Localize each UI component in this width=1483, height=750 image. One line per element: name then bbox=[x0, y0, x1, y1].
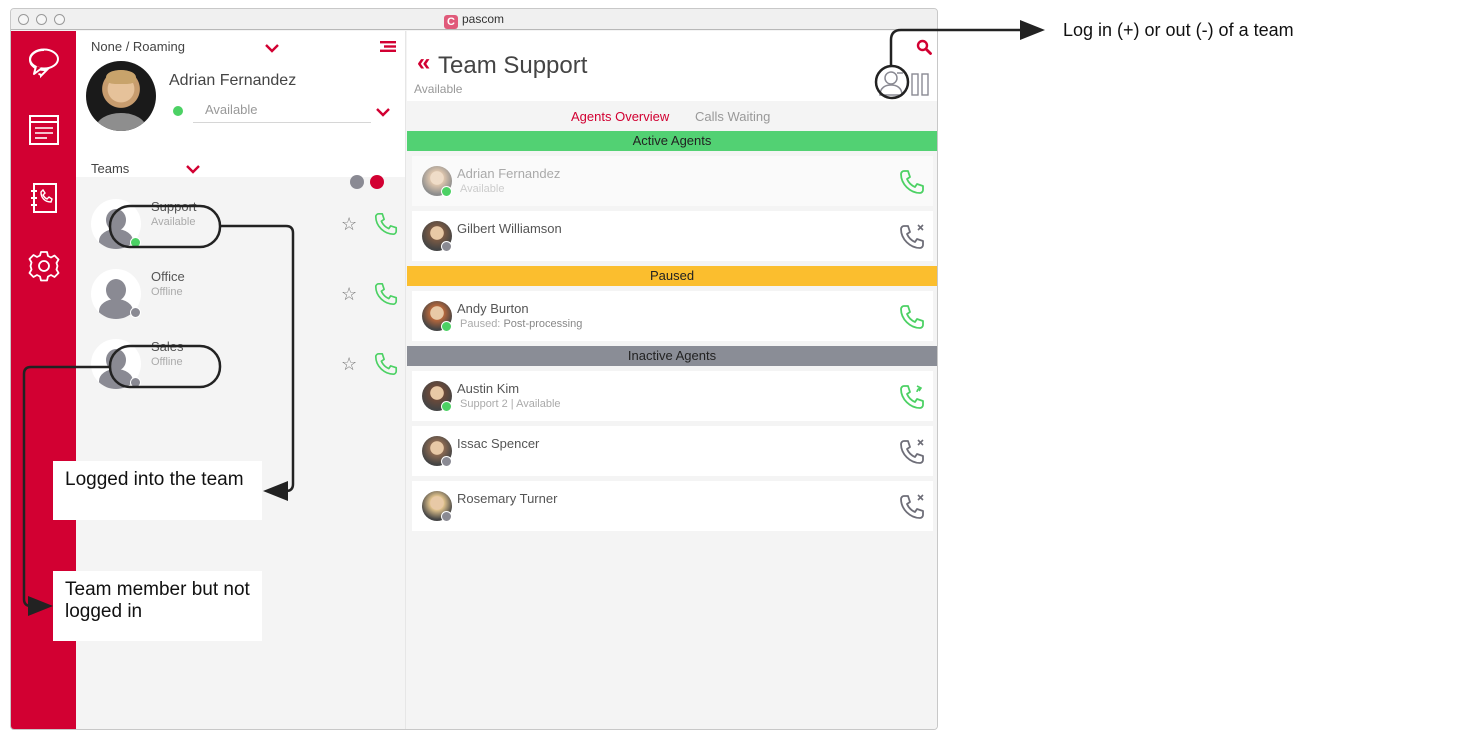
teams-filter-label[interactable]: Teams bbox=[91, 161, 129, 176]
team-item-support[interactable]: Support Available ☆ bbox=[76, 185, 406, 251]
annotation-logged-in: Logged into the team bbox=[53, 461, 262, 520]
agent-name: Rosemary Turner bbox=[457, 491, 558, 506]
gear-icon bbox=[28, 251, 60, 282]
agent-row[interactable]: Austin Kim Support 2 | Available bbox=[412, 371, 933, 421]
call-agent-button[interactable] bbox=[898, 168, 926, 196]
team-status-dot bbox=[130, 377, 141, 388]
team-login-toggle-icon[interactable] bbox=[878, 69, 904, 97]
device-chevron-down-icon[interactable] bbox=[264, 43, 280, 53]
nav-chat-button[interactable] bbox=[27, 45, 61, 79]
team-item-sales[interactable]: Sales Offline ☆ bbox=[76, 325, 406, 391]
team-status-dot bbox=[130, 307, 141, 318]
user-header: None / Roaming Adrian Fernandez Availabl… bbox=[76, 31, 405, 177]
agent-status-dot bbox=[441, 511, 452, 522]
agent-status-dot bbox=[441, 321, 452, 332]
phone-unavailable-icon bbox=[900, 439, 924, 464]
agent-status-dot bbox=[441, 186, 452, 197]
presence-chevron-down-icon[interactable] bbox=[375, 107, 391, 117]
phone-icon bbox=[900, 170, 924, 194]
team-name: Support bbox=[151, 199, 197, 214]
team-name: Sales bbox=[151, 339, 184, 354]
menu-icon[interactable] bbox=[380, 41, 396, 52]
call-team-button[interactable] bbox=[373, 211, 399, 237]
agent-row[interactable]: Adrian Fernandez Available bbox=[412, 156, 933, 206]
annotation-login-toggle: Log in (+) or out (-) of a team bbox=[1063, 20, 1294, 40]
team-status: Available bbox=[414, 82, 463, 96]
agent-unavailable-button[interactable] bbox=[898, 493, 926, 521]
agent-name: Gilbert Williamson bbox=[457, 221, 562, 236]
presence-dot bbox=[173, 106, 183, 116]
agent-row[interactable]: Rosemary Turner bbox=[412, 481, 933, 531]
agent-row[interactable]: Andy Burton Paused: Post-processing bbox=[412, 291, 933, 341]
phone-icon bbox=[374, 352, 398, 376]
callback-agent-button[interactable] bbox=[898, 383, 926, 411]
section-header-paused: Paused bbox=[407, 266, 937, 286]
agent-status-dot bbox=[441, 401, 452, 412]
section-header-inactive-agents: Inactive Agents bbox=[407, 346, 937, 366]
nav-settings-button[interactable] bbox=[27, 249, 61, 283]
agent-row[interactable]: Issac Spencer bbox=[412, 426, 933, 476]
tab-calls-waiting[interactable]: Calls Waiting bbox=[695, 109, 770, 124]
phone-unavailable-icon bbox=[900, 224, 924, 249]
team-title: Team Support bbox=[438, 52, 588, 79]
pascom-logo-icon: C bbox=[443, 15, 458, 29]
agent-status-dot bbox=[441, 456, 452, 467]
annotation-not-logged-in: Team member but not logged in bbox=[53, 571, 262, 641]
teams-chevron-down-icon[interactable] bbox=[185, 164, 201, 174]
team-item-office[interactable]: Office Offline ☆ bbox=[76, 255, 406, 321]
phone-icon bbox=[900, 305, 924, 329]
detail-tabs: Agents Overview Calls Waiting bbox=[407, 101, 937, 135]
team-name: Office bbox=[151, 269, 185, 284]
search-icon[interactable] bbox=[916, 39, 932, 55]
device-selector-label[interactable]: None / Roaming bbox=[91, 39, 185, 54]
phone-icon bbox=[374, 282, 398, 306]
call-agent-button[interactable] bbox=[898, 303, 926, 331]
agent-status-text: Available bbox=[460, 183, 505, 195]
phone-unavailable-icon bbox=[900, 494, 924, 519]
agent-status: Support 2 | Available bbox=[460, 398, 561, 410]
call-team-button[interactable] bbox=[373, 281, 399, 307]
pause-icon[interactable] bbox=[910, 71, 930, 97]
agent-status-text: Post-processing bbox=[503, 318, 583, 330]
user-avatar[interactable] bbox=[86, 61, 156, 131]
user-name: Adrian Fernandez bbox=[169, 72, 297, 89]
team-status-label: Offline bbox=[151, 356, 183, 368]
presence-label: Available bbox=[205, 102, 258, 117]
nav-journal-button[interactable] bbox=[27, 113, 61, 147]
phone-icon bbox=[374, 212, 398, 236]
favorite-star-icon[interactable]: ☆ bbox=[341, 285, 357, 303]
agent-name: Adrian Fernandez bbox=[457, 166, 561, 181]
back-chevrons-icon[interactable]: « bbox=[417, 51, 430, 75]
agent-status-text: Support 2 | Available bbox=[460, 398, 561, 410]
agent-status: Available bbox=[460, 183, 504, 195]
call-team-button[interactable] bbox=[373, 351, 399, 377]
favorite-star-icon[interactable]: ☆ bbox=[341, 355, 357, 373]
window-title: Cpascom bbox=[11, 12, 937, 29]
app-name: pascom bbox=[461, 12, 505, 26]
team-detail-header: « Team Support Available bbox=[407, 31, 937, 101]
agent-unavailable-button[interactable] bbox=[898, 438, 926, 466]
agent-name: Issac Spencer bbox=[457, 436, 540, 451]
team-detail-panel: « Team Support Available Agents Overview… bbox=[407, 31, 937, 729]
tab-agents-overview[interactable]: Agents Overview bbox=[571, 109, 669, 124]
team-status-label: Offline bbox=[151, 286, 183, 298]
section-header-active-agents: Active Agents bbox=[407, 131, 937, 151]
phone-callback-icon bbox=[900, 385, 924, 409]
agent-unavailable-button[interactable] bbox=[898, 223, 926, 251]
phonebook-icon bbox=[31, 183, 57, 213]
agent-name: Andy Burton bbox=[457, 301, 529, 316]
team-status-label: Available bbox=[151, 216, 196, 228]
nav-phonebook-button[interactable] bbox=[27, 181, 61, 215]
agent-row[interactable]: Gilbert Williamson bbox=[412, 211, 933, 261]
presence-selector[interactable]: Available bbox=[193, 101, 371, 123]
agent-name: Austin Kim bbox=[457, 381, 520, 396]
journal-icon bbox=[29, 115, 59, 145]
agent-status-prefix: Paused: bbox=[460, 318, 501, 330]
title-bar: Cpascom bbox=[11, 9, 937, 30]
agent-status: Paused: Post-processing bbox=[460, 318, 582, 330]
chat-bubble-icon bbox=[28, 48, 59, 79]
favorite-star-icon[interactable]: ☆ bbox=[341, 215, 357, 233]
team-status-dot bbox=[130, 237, 141, 248]
agent-status-dot bbox=[441, 241, 452, 252]
